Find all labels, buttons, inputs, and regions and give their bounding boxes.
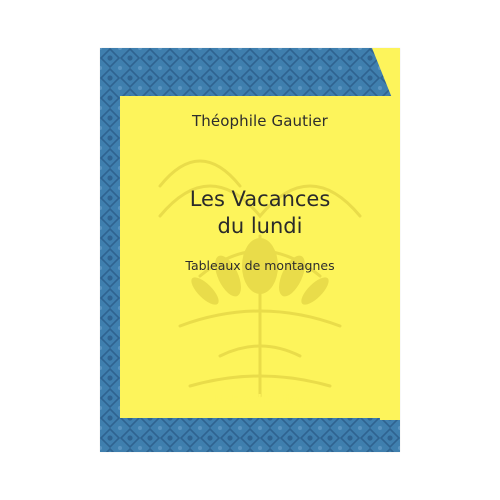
- book-title-line-2: du lundi: [217, 214, 303, 238]
- publisher-line-1: BnF collection: [214, 392, 306, 406]
- book-subtitle: Tableaux de montagnes: [185, 258, 335, 273]
- author-name: Théophile Gautier: [192, 112, 328, 130]
- book-title-line-1: Les Vacances: [189, 187, 331, 211]
- title-panel: [120, 96, 400, 418]
- page: Théophile Gautier Les Vacances du lundi …: [0, 0, 500, 500]
- book-cover[interactable]: Théophile Gautier Les Vacances du lundi …: [100, 48, 400, 452]
- palmette-ornament: [158, 159, 362, 398]
- publisher-line-2: ebooks: [236, 406, 284, 420]
- book-title: Les Vacances du lundi: [120, 186, 400, 240]
- publisher-label: BnF collection ebooks: [120, 392, 400, 420]
